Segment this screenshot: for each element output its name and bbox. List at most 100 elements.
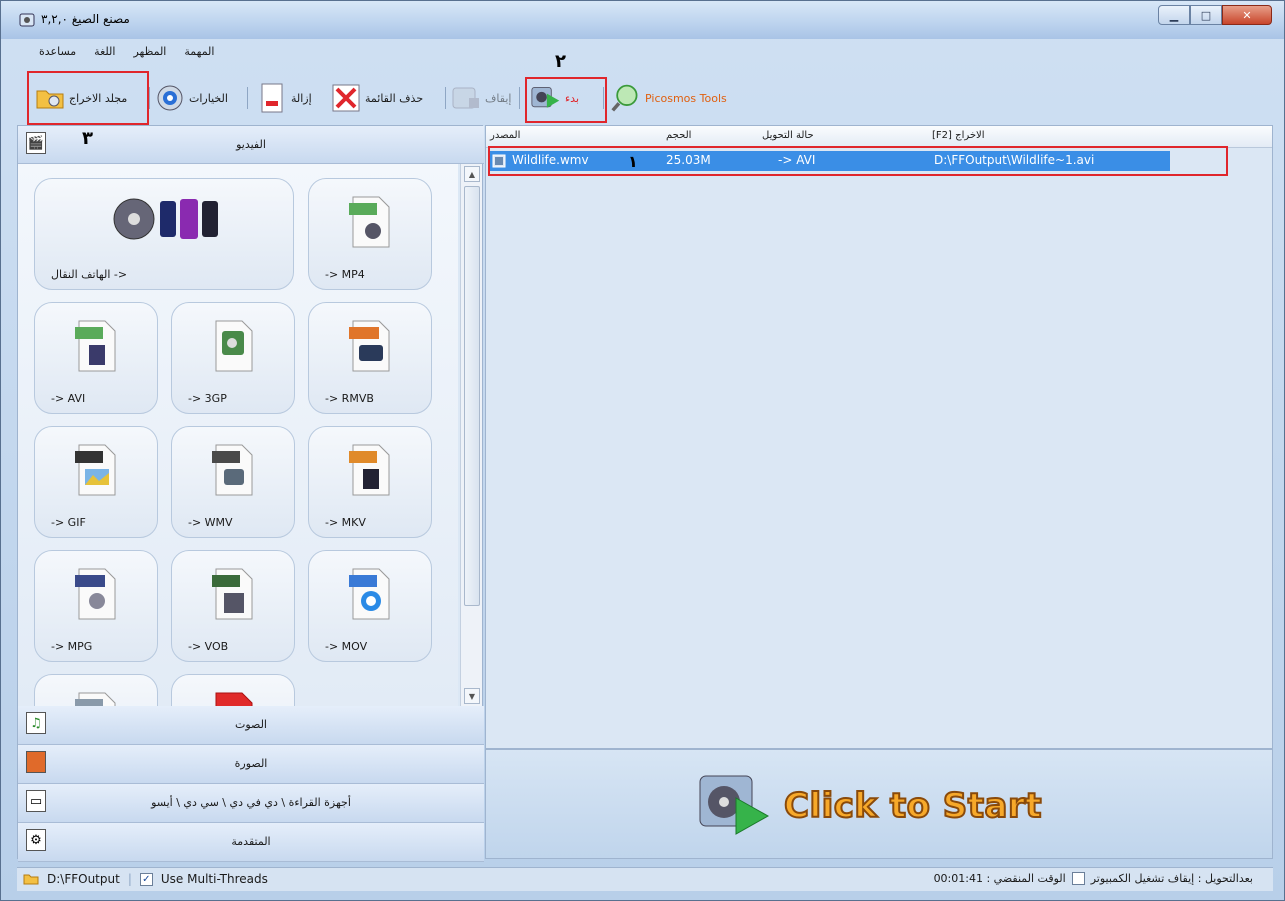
scroll-up-arrow-icon[interactable]: ▲ xyxy=(464,166,480,182)
tile-avi[interactable]: -> AVI xyxy=(34,302,158,414)
format-tiles-grid: الهاتف النقال -> -> MP4 -> AVI -> 3GP ->… xyxy=(18,164,458,706)
tile-rmvb[interactable]: -> RMVB xyxy=(308,302,432,414)
click-to-start-label: Click to Start xyxy=(783,785,1043,827)
tile-mobile-device[interactable]: الهاتف النقال -> xyxy=(34,178,294,290)
column-header-size[interactable]: الحجم xyxy=(666,130,691,141)
category-advanced-label: المتقدمة xyxy=(231,835,271,848)
maximize-icon: □ xyxy=(1200,8,1212,22)
tile-label: -> RMVB xyxy=(325,392,374,405)
category-audio-label: الصوت xyxy=(235,718,267,731)
menu-help[interactable]: مساعدة xyxy=(39,45,76,67)
tile-label: -> VOB xyxy=(188,640,229,653)
app-icon xyxy=(19,13,35,27)
toolbar-separator xyxy=(519,87,520,109)
tile-3gp[interactable]: -> 3GP xyxy=(171,302,295,414)
menu-language[interactable]: اللغة xyxy=(94,45,115,67)
tile-label: -> MOV xyxy=(325,640,368,653)
rmvb-file-icon xyxy=(349,320,390,372)
click-to-start-button[interactable]: Click to Start xyxy=(696,768,1043,844)
tile-vob[interactable]: -> VOB xyxy=(171,550,295,662)
vob-file-icon xyxy=(212,568,253,620)
annotation-number-three: ٣ xyxy=(82,128,93,149)
remove-button[interactable]: إزالة xyxy=(257,81,312,115)
options-label: الخيارات xyxy=(189,91,228,105)
output-path[interactable]: D:\FFOutput xyxy=(47,872,120,886)
category-video-header[interactable]: 🎬 الفيديو ٣ xyxy=(18,126,484,164)
tile-label: -> MPG xyxy=(51,640,93,653)
tile-gif[interactable]: -> GIF xyxy=(34,426,158,538)
highlight-box-start xyxy=(525,77,607,123)
3gp-file-icon xyxy=(215,320,253,372)
after-convert-label: بعدالتحويل : إيقاف تشغيل الكمبيوتر xyxy=(1090,872,1253,885)
mkv-file-icon xyxy=(349,444,390,496)
tile-mov[interactable]: -> MOV xyxy=(308,550,432,662)
tile-mp4[interactable]: -> MP4 xyxy=(308,178,432,290)
gif-file-icon xyxy=(75,444,116,496)
picosmos-tools-button[interactable]: Picosmos Tools xyxy=(611,81,727,115)
menu-task[interactable]: المهمة xyxy=(184,45,214,67)
tile-swf[interactable] xyxy=(171,674,295,706)
tile-label: -> GIF xyxy=(51,516,86,529)
toolbar-separator xyxy=(445,87,446,109)
shutdown-checkbox[interactable] xyxy=(1071,872,1085,885)
close-button[interactable]: ✕ xyxy=(1222,5,1272,25)
category-picture-header[interactable]: الصورة xyxy=(18,745,484,784)
maximize-button[interactable]: □ xyxy=(1190,5,1222,25)
category-scrollbar[interactable]: ▲ ▼ xyxy=(460,164,482,706)
menu-skin[interactable]: المظهر xyxy=(133,45,166,67)
list-header: المصدر الحجم حالة التحويل [F2] الاخراج xyxy=(486,126,1272,148)
start-film-icon xyxy=(699,775,770,835)
tile-wmv[interactable]: -> WMV xyxy=(171,426,295,538)
toolbar: مجلد الاخراج الخيارات إزالة حذف القائمة xyxy=(11,51,1274,125)
status-bar: D:\FFOutput | ✓ Use Multi-Threads 00:01:… xyxy=(17,867,1273,891)
tile-label: -> MKV xyxy=(325,516,366,529)
clear-list-button[interactable]: حذف القائمة xyxy=(331,81,423,115)
highlight-box-output-folder xyxy=(27,71,149,125)
category-advanced-header[interactable]: ⚙ المتقدمة xyxy=(18,823,484,862)
mpeg-file-icon xyxy=(75,568,116,620)
tile-mkv[interactable]: -> MKV xyxy=(308,426,432,538)
column-header-status[interactable]: حالة التحويل xyxy=(762,130,814,141)
stop-label: إيقاف xyxy=(485,91,512,105)
column-header-output[interactable]: [F2] الاخراج xyxy=(932,130,985,141)
column-header-source[interactable]: المصدر xyxy=(490,130,520,141)
stop-icon xyxy=(451,83,481,113)
options-button[interactable]: الخيارات xyxy=(155,81,228,115)
status-left: D:\FFOutput | ✓ Use Multi-Threads xyxy=(23,872,268,886)
tile-flv[interactable] xyxy=(34,674,158,706)
close-icon: ✕ xyxy=(1242,8,1252,22)
swf-file-icon xyxy=(215,692,253,706)
scroll-thumb[interactable] xyxy=(464,186,480,606)
toolbar-separator xyxy=(247,87,248,109)
delete-x-icon xyxy=(331,83,361,113)
mobile-device-icon xyxy=(113,198,218,240)
annotation-number-two: ٢ xyxy=(555,51,566,72)
category-picture-label: الصورة xyxy=(234,757,268,770)
stop-button[interactable]: إيقاف xyxy=(451,81,511,115)
title-bar: مصنع الصيغ ٣,٢,٠ ▁ □ ✕ xyxy=(1,1,1284,39)
status-right: 00:01:41 : الوقت المنقضي بعدالتحويل : إي… xyxy=(934,872,1253,885)
folder-small-icon[interactable] xyxy=(23,873,39,885)
clear-list-label: حذف القائمة xyxy=(365,91,424,105)
scroll-down-arrow-icon[interactable]: ▼ xyxy=(464,688,480,704)
status-separator: | xyxy=(127,872,132,886)
toolbar-separator xyxy=(149,87,150,109)
wmv-file-icon xyxy=(212,444,253,496)
mp4-file-icon xyxy=(349,196,390,248)
category-audio-header[interactable]: ♫ الصوت xyxy=(18,706,484,745)
flv-file-icon xyxy=(75,692,116,706)
tile-label: -> AVI xyxy=(51,392,86,405)
category-panel: 🎬 الفيديو ٣ الهاتف النقال -> -> MP4 -> A… xyxy=(17,125,484,862)
window-controls: ▁ □ ✕ xyxy=(1158,5,1272,25)
file-list: المصدر الحجم حالة التحويل [F2] الاخراج W… xyxy=(485,125,1273,749)
app-window: مصنع الصيغ ٣,٢,٠ ▁ □ ✕ مساعدة اللغة المظ… xyxy=(0,0,1285,901)
multi-threads-checkbox[interactable]: ✓ xyxy=(139,872,153,886)
tile-mpg[interactable]: -> MPG xyxy=(34,550,158,662)
picosmos-label: Picosmos Tools xyxy=(645,91,727,105)
category-rom-header[interactable]: ▭ أجهزة القراءة \ دي في دي \ سي دي \ أيس… xyxy=(18,784,484,823)
minimize-button[interactable]: ▁ xyxy=(1158,5,1190,25)
tile-label: -> WMV xyxy=(188,516,233,529)
tile-label: الهاتف النقال -> xyxy=(51,268,128,281)
elapsed-time: 00:01:41 : الوقت المنقضي xyxy=(933,872,1066,885)
remove-label: إزالة xyxy=(291,91,312,105)
